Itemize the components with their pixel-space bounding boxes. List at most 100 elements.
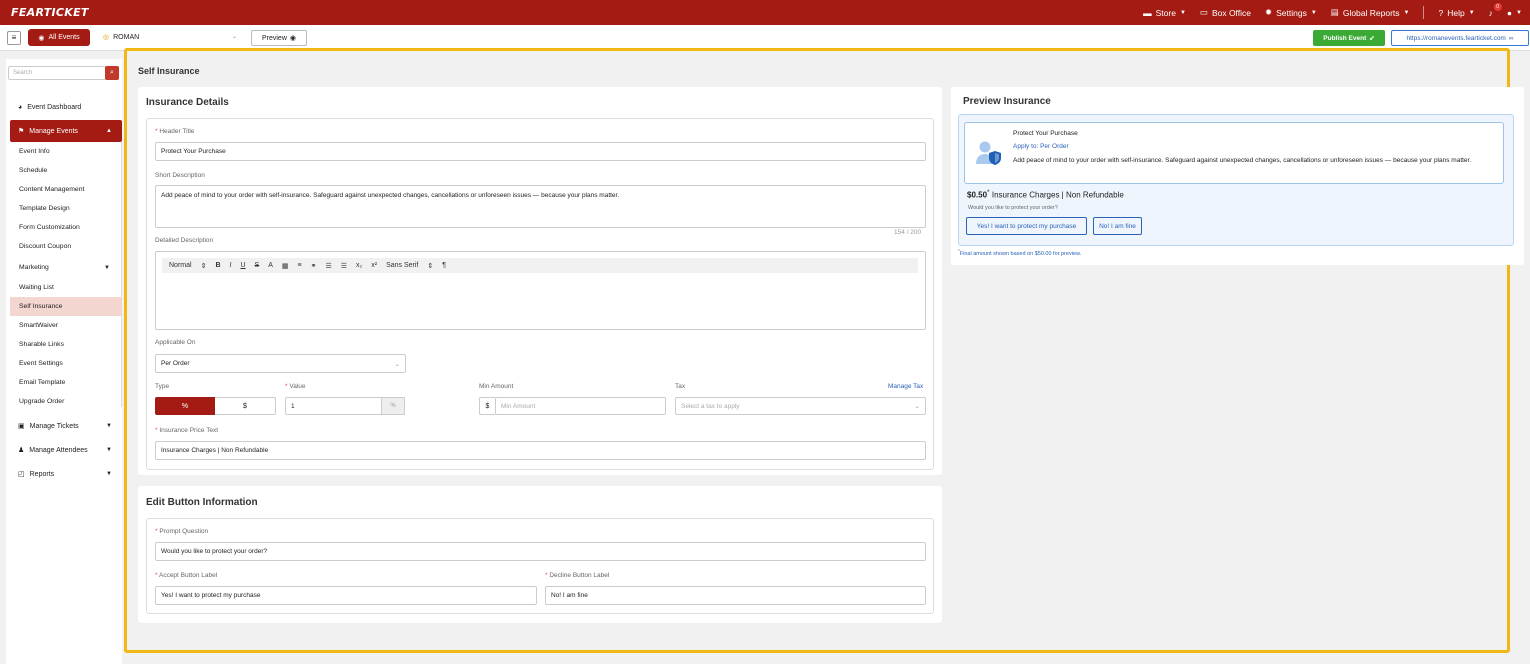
- format-select[interactable]: Normal: [169, 262, 192, 269]
- direction-icon[interactable]: ¶: [442, 262, 446, 269]
- sidebar-link-sharable-links[interactable]: Sharable Links: [10, 335, 122, 354]
- accept-label: * Accept Button Label: [155, 572, 218, 579]
- preview-button[interactable]: Preview ◉: [251, 30, 307, 46]
- align-icon[interactable]: ≡: [297, 262, 301, 269]
- nav-global-reports[interactable]: ▤ Global Reports ▼: [1331, 7, 1410, 18]
- sidebar-item-manage-events[interactable]: ⚑ Manage Events ▲: [10, 120, 122, 142]
- subscript-icon[interactable]: x₂: [356, 262, 362, 269]
- nav-settings[interactable]: ✹ Settings ▼: [1265, 7, 1317, 18]
- header-title-label: * Header Title: [155, 128, 195, 135]
- manage-tax-link[interactable]: Manage Tax: [888, 383, 923, 390]
- price-text-input[interactable]: Insurance Charges | Non Refundable: [155, 441, 926, 460]
- type-dollar-button[interactable]: $: [215, 397, 276, 415]
- min-amount-input[interactable]: Min Amount: [495, 397, 666, 415]
- sidebar-search-input[interactable]: Search: [8, 66, 106, 80]
- chevron-down-icon: ⌄: [914, 403, 920, 410]
- insurance-details-title: Insurance Details: [146, 97, 229, 108]
- nav-store[interactable]: ▬ Store ▼: [1143, 8, 1186, 18]
- chevron-down-icon: ▼: [1516, 9, 1522, 16]
- font-color-icon[interactable]: A: [268, 262, 273, 269]
- sidebar-link-schedule[interactable]: Schedule: [10, 161, 122, 180]
- event-icon: ◎: [103, 34, 110, 41]
- tax-select[interactable]: Select a tax to apply ⌄: [675, 397, 926, 415]
- report-icon: ▤: [1330, 7, 1339, 17]
- preview-accept-button[interactable]: Yes! I want to protect my purchase: [966, 217, 1087, 235]
- rich-text-toolbar: Normal ⇕ B I U S A ▦ ≡ ⚭ ☰ ☰ x₂ x² Sans Serif ⇕ ¶: [162, 258, 918, 273]
- nav-help[interactable]: ? Help ▼: [1438, 8, 1474, 18]
- sidebar-link-email-template[interactable]: Email Template: [10, 373, 122, 392]
- decline-button-input[interactable]: No! I am fine: [545, 586, 926, 605]
- sidebar-link-content-management[interactable]: Content Management: [10, 180, 122, 199]
- edit-button-title: Edit Button Information: [146, 497, 258, 508]
- page-title: Self Insurance: [138, 66, 200, 76]
- nav-box-office[interactable]: ▭ Box Office: [1200, 7, 1251, 18]
- sidebar-link-smartwaiver[interactable]: SmartWaiver: [10, 316, 122, 335]
- strike-icon[interactable]: S: [255, 262, 260, 269]
- prompt-question-input[interactable]: Would you like to protect your order?: [155, 542, 926, 561]
- event-url-link[interactable]: https://romanevents.fearticket.com ∞: [1391, 30, 1529, 46]
- short-description-textarea[interactable]: Add peace of mind to your order with sel…: [155, 185, 926, 228]
- notification-badge: 0: [1493, 2, 1502, 11]
- chevron-up-icon: ▲: [106, 128, 112, 134]
- superscript-icon[interactable]: x²: [371, 262, 377, 269]
- store-icon: ▬: [1143, 7, 1152, 18]
- preview-title: Preview Insurance: [963, 96, 1051, 107]
- detailed-description-label: Detailed Description: [155, 237, 214, 244]
- min-amount-label: Min Amount: [479, 383, 514, 390]
- sidebar-item-event-dashboard[interactable]: ◕ Event Dashboard: [10, 96, 122, 118]
- ordered-list-icon[interactable]: ☰: [325, 262, 331, 270]
- value-unit-addon: %: [381, 397, 405, 415]
- calendar-icon: ◉: [38, 34, 45, 42]
- sidebar-link-self-insurance[interactable]: Self Insurance: [10, 297, 122, 316]
- preview-price-line: $0.50* Insurance Charges | Non Refundabl…: [967, 189, 1124, 200]
- sidebar-link-marketing[interactable]: Marketing ▼: [10, 258, 122, 277]
- chevron-down-icon: ▼: [104, 264, 110, 271]
- chevron-down-icon: ▼: [1403, 9, 1410, 16]
- top-nav: ▬ Store ▼ ▭ Box Office ✹ Settings ▼ ▤ Global R…: [1143, 0, 1522, 25]
- bullet-list-icon[interactable]: ☰: [341, 262, 347, 270]
- sidebar-item-manage-tickets[interactable]: ▣ Manage Tickets ▼: [10, 415, 122, 437]
- chevron-down-icon[interactable]: ⌄: [232, 33, 237, 40]
- sidebar-link-template-design[interactable]: Template Design: [10, 199, 122, 218]
- user-icon: ♟: [18, 447, 25, 454]
- underline-icon[interactable]: U: [240, 262, 245, 269]
- bold-icon[interactable]: B: [215, 262, 220, 269]
- sidebar-item-manage-attendees[interactable]: ♟ Manage Attendees ▼: [10, 439, 122, 461]
- value-input[interactable]: 1: [285, 397, 382, 415]
- sidebar-link-event-settings[interactable]: Event Settings: [10, 354, 122, 373]
- sidebar-link-discount-coupon[interactable]: Discount Coupon: [10, 237, 122, 256]
- preview-decline-button[interactable]: No! I am fine: [1093, 217, 1142, 235]
- preview-apply-to: Apply to: Per Order: [1013, 143, 1069, 150]
- chevron-down-icon: ▼: [106, 471, 112, 477]
- search-icon: ⌕: [110, 69, 114, 76]
- sidebar-item-reports[interactable]: ◰ Reports ▼: [10, 463, 122, 485]
- publish-event-button[interactable]: Publish Event ➹: [1313, 30, 1385, 46]
- chevron-down-icon: ▼: [106, 423, 112, 429]
- chevron-down-icon: ⌄: [394, 360, 400, 368]
- applicable-on-select[interactable]: Per Order ⌄: [155, 354, 406, 373]
- user-menu[interactable]: ● ▼: [1507, 8, 1522, 18]
- preview-heading: Protect Your Purchase: [1013, 130, 1078, 137]
- header-title-input[interactable]: Protect Your Purchase: [155, 142, 926, 161]
- preview-description: Add peace of mind to your order with sel…: [1013, 157, 1472, 164]
- logo: FEARTICKET: [11, 6, 89, 19]
- sidebar-link-upgrade-order[interactable]: Upgrade Order: [10, 392, 122, 411]
- notification-button[interactable]: ♪ 0: [1489, 2, 1502, 18]
- highlight-icon[interactable]: ▦: [282, 262, 289, 270]
- link-icon[interactable]: ⚭: [311, 262, 317, 270]
- currency-addon: $: [479, 397, 495, 415]
- sidebar-link-waiting-list[interactable]: Waiting List: [10, 278, 122, 297]
- italic-icon[interactable]: I: [230, 262, 232, 269]
- type-percent-button[interactable]: %: [155, 397, 215, 415]
- all-events-button[interactable]: ◉ All Events: [28, 29, 90, 46]
- search-button[interactable]: ⌕: [105, 66, 119, 80]
- accept-button-input[interactable]: Yes! I want to protect my purchase: [155, 586, 537, 605]
- rocket-icon: ➹: [1369, 35, 1375, 42]
- sidebar-link-form-customization[interactable]: Form Customization: [10, 218, 122, 237]
- sidebar-link-event-info[interactable]: Event Info: [10, 142, 122, 161]
- event-selector[interactable]: ◎ ROMAN: [103, 33, 139, 42]
- menu-toggle-button[interactable]: ≡: [7, 31, 21, 45]
- font-select[interactable]: Sans Serif: [386, 262, 418, 269]
- updown-icon: ⇕: [427, 262, 434, 270]
- preview-question: Would you like to protect your order?: [968, 205, 1058, 211]
